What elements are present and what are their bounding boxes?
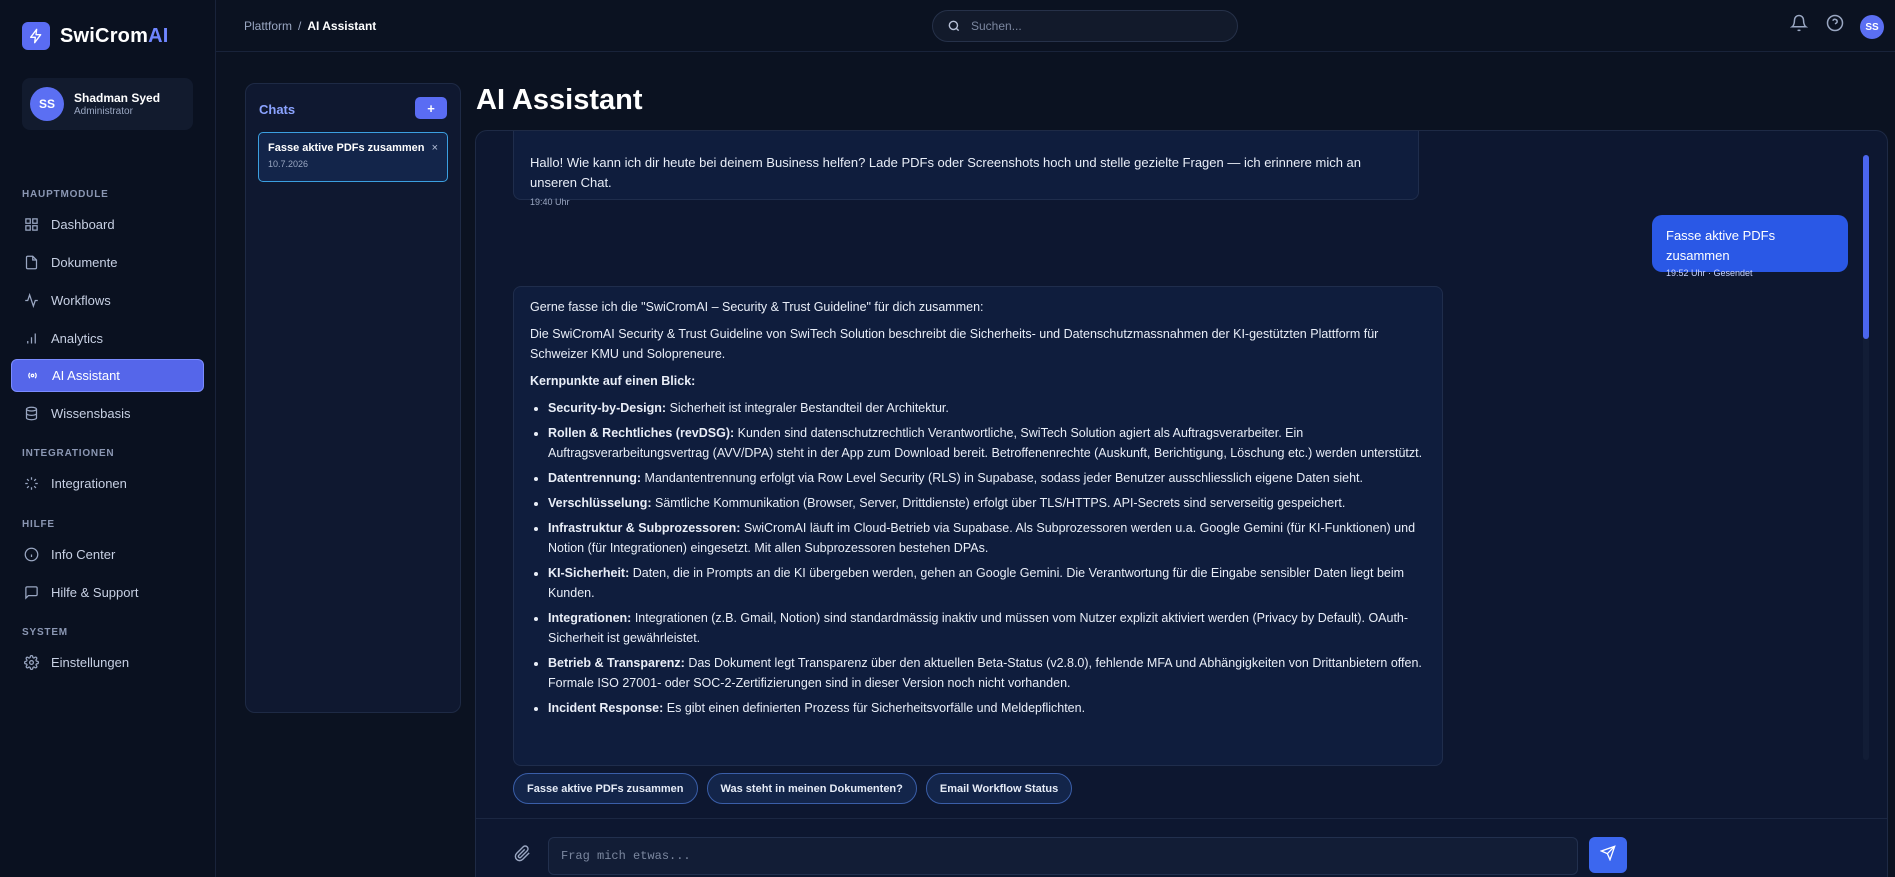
chat-item-date: 10.7.2026: [268, 159, 309, 169]
sidebar-item-wissensbasis[interactable]: Wissensbasis: [11, 397, 204, 430]
sidebar-item-label: Info Center: [51, 547, 116, 562]
list-item: Verschlüsselung: Sämtliche Kommunikation…: [548, 493, 1426, 513]
list-item: KI-Sicherheit: Daten, die in Prompts an …: [548, 563, 1426, 603]
message-text: Fasse aktive PDFs zusammen: [1666, 228, 1776, 263]
chats-title: Chats: [259, 102, 296, 117]
scrollbar[interactable]: [1863, 155, 1869, 760]
sidebar-item-dashboard[interactable]: Dashboard: [11, 208, 204, 241]
list-item: Incident Response: Es gibt einen definie…: [548, 698, 1426, 718]
sidebar-item-label: AI Assistant: [52, 368, 120, 383]
brand-name: SwiCromAI: [60, 24, 169, 47]
sidebar-item-label: Einstellungen: [51, 655, 130, 670]
page-title: AI Assistant: [476, 84, 643, 116]
database-icon: [23, 406, 39, 422]
list-item: Infrastruktur & Subprozessoren: SwiCromA…: [548, 518, 1426, 558]
answer-summary: Die SwiCromAI Security & Trust Guideline…: [530, 327, 1379, 361]
user-name: Shadman Syed: [74, 91, 161, 105]
assistant-message: Gerne fasse ich die "SwiCromAI – Securit…: [513, 286, 1443, 766]
bar-chart-icon: [23, 331, 39, 347]
search-input[interactable]: [971, 19, 1221, 33]
search-bar: [932, 10, 1238, 42]
document-icon: [23, 255, 39, 271]
answer-points: Security-by-Design: Sicherheit ist integ…: [530, 398, 1426, 718]
sidebar-item-label: Hilfe & Support: [51, 585, 139, 600]
chats-panel: Chats + Fasse aktive PDFs zusammen 10.7.…: [245, 83, 461, 713]
list-item: Rollen & Rechtliches (revDSG): Kunden si…: [548, 423, 1426, 463]
message-input-box: [548, 837, 1578, 875]
section-label-main: HAUPTMODULE: [22, 189, 109, 200]
section-label-integrations: INTEGRATIONEN: [22, 448, 115, 459]
radio-icon: [24, 368, 40, 384]
answer-intro: Gerne fasse ich die "SwiCromAI – Securit…: [530, 300, 984, 314]
paperclip-icon[interactable]: [514, 845, 532, 863]
chat-item-title: Fasse aktive PDFs zusammen: [268, 142, 425, 154]
sidebar-item-label: Wissensbasis: [51, 406, 131, 421]
section-label-help: HILFE: [22, 519, 55, 530]
sidebar-item-ai-assistant[interactable]: AI Assistant: [11, 359, 204, 392]
send-button[interactable]: [1589, 837, 1627, 873]
bell-icon[interactable]: [1789, 14, 1810, 34]
breadcrumb: Plattform / AI Assistant: [244, 19, 376, 33]
list-item: Betrieb & Transparenz: Das Dokument legt…: [548, 653, 1426, 693]
chat-window: Hallo! Wie kann ich dir heute bei deinem…: [475, 130, 1888, 877]
user-message: Fasse aktive PDFs zusammen 19:52 Uhr · G…: [1652, 215, 1848, 278]
user-card[interactable]: SS Shadman Syed Administrator: [22, 78, 193, 130]
sidebar-item-label: Integrationen: [51, 476, 127, 491]
grid-icon: [23, 217, 39, 233]
message-input[interactable]: [561, 849, 1577, 863]
user-role: Administrator: [74, 106, 133, 117]
message-time: 19:52 Uhr · Gesendet: [1666, 268, 1753, 278]
sidebar-item-einstellungen[interactable]: Einstellungen: [11, 646, 204, 679]
send-icon: [1599, 844, 1616, 866]
sidebar-item-integrationen[interactable]: Integrationen: [11, 467, 204, 500]
breadcrumb-parent[interactable]: Plattform: [244, 19, 292, 33]
sidebar-item-info-center[interactable]: Info Center: [11, 538, 204, 571]
sidebar: SwiCromAI SS Shadman Syed Administrator …: [0, 0, 216, 877]
lightning-icon: [22, 22, 50, 50]
sidebar-item-label: Dashboard: [51, 217, 115, 232]
sidebar-item-workflows[interactable]: Workflows: [11, 284, 204, 317]
sidebar-item-label: Analytics: [51, 331, 104, 346]
assistant-message: Hallo! Wie kann ich dir heute bei deinem…: [513, 131, 1419, 207]
suggestion-chip[interactable]: Email Workflow Status: [925, 773, 1073, 804]
info-icon: [23, 547, 39, 563]
user-avatar-button[interactable]: SS: [1860, 15, 1884, 39]
list-item: Security-by-Design: Sicherheit ist integ…: [548, 398, 1426, 418]
suggestion-chips: Fasse aktive PDFs zusammen Was steht in …: [513, 773, 1073, 804]
message-text: Hallo! Wie kann ich dir heute bei deinem…: [530, 155, 1362, 190]
list-item: Integrationen: Integrationen (z.B. Gmail…: [548, 608, 1426, 648]
divider: [476, 818, 1887, 819]
answer-heading: Kernpunkte auf einen Blick:: [530, 374, 696, 388]
sidebar-item-analytics[interactable]: Analytics: [11, 322, 204, 355]
search-icon: [947, 19, 961, 33]
loader-icon: [23, 476, 39, 492]
sidebar-item-label: Dokumente: [51, 255, 118, 270]
gear-icon: [23, 655, 39, 671]
activity-icon: [23, 293, 39, 309]
suggestion-chip[interactable]: Was steht in meinen Dokumenten?: [706, 773, 917, 804]
help-icon[interactable]: [1826, 14, 1846, 34]
breadcrumb-current: AI Assistant: [307, 19, 377, 33]
sidebar-item-dokumente[interactable]: Dokumente: [11, 246, 204, 279]
sidebar-item-label: Workflows: [51, 293, 111, 308]
message-icon: [23, 585, 39, 601]
brand[interactable]: SwiCromAI: [22, 22, 169, 50]
avatar: SS: [30, 87, 64, 121]
new-chat-button[interactable]: +: [415, 97, 447, 119]
message-time: 19:40 Uhr: [530, 197, 570, 207]
topbar: Plattform / AI Assistant SS: [216, 0, 1895, 52]
scrollbar-thumb[interactable]: [1863, 155, 1869, 339]
list-item: Datentrennung: Mandantentrennung erfolgt…: [548, 468, 1426, 488]
breadcrumb-separator: /: [298, 19, 302, 33]
suggestion-chip[interactable]: Fasse aktive PDFs zusammen: [513, 773, 698, 804]
chat-list-item[interactable]: Fasse aktive PDFs zusammen 10.7.2026 ×: [258, 132, 448, 182]
sidebar-item-hilfe-support[interactable]: Hilfe & Support: [11, 576, 204, 609]
section-label-system: SYSTEM: [22, 627, 68, 638]
close-icon[interactable]: ×: [432, 142, 438, 154]
